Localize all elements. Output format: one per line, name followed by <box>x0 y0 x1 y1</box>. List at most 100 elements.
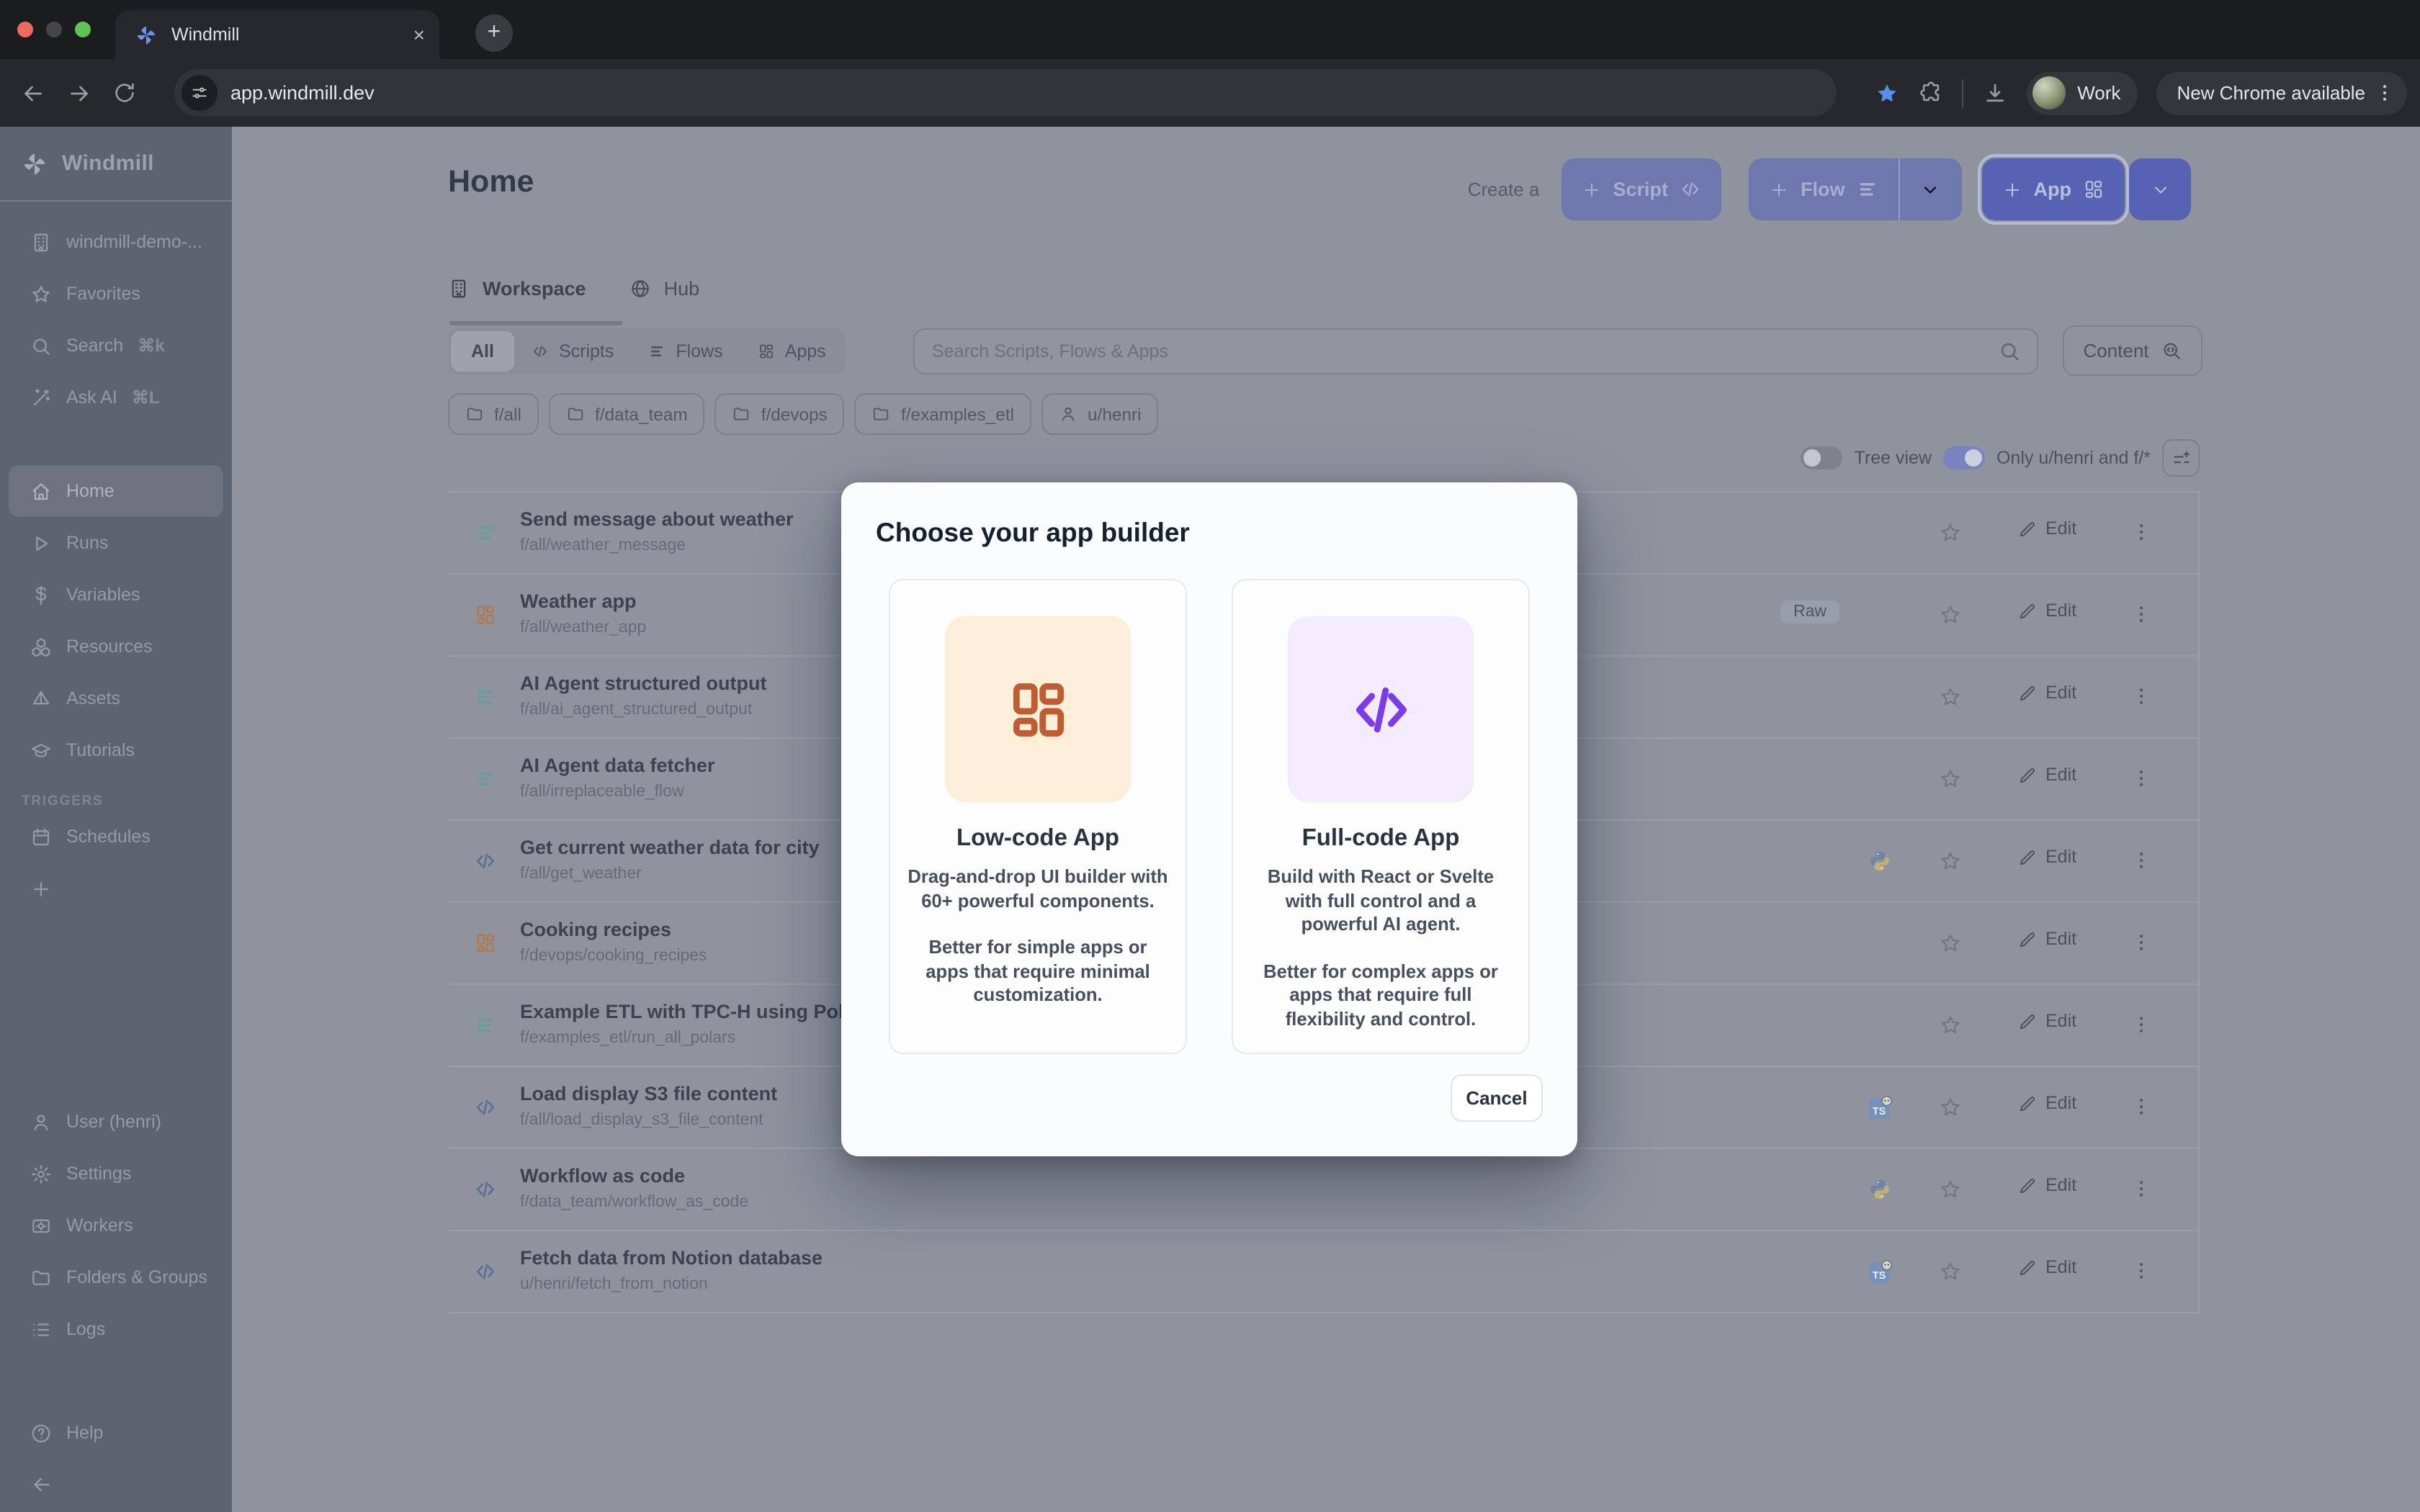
sidebar-item-help[interactable]: Help <box>9 1407 223 1459</box>
close-tab-icon[interactable]: × <box>413 23 425 46</box>
pencil-icon <box>2018 930 2037 948</box>
reload-icon[interactable] <box>112 81 137 105</box>
chip-label: f/data_team <box>595 404 688 424</box>
edit-button[interactable]: Edit <box>2018 518 2076 539</box>
only-filter-toggle[interactable] <box>1943 446 1985 469</box>
row-menu-icon[interactable] <box>2130 1178 2152 1200</box>
filter-apps[interactable]: Apps <box>740 331 843 372</box>
kebab-menu-icon[interactable] <box>2374 82 2396 104</box>
table-row[interactable]: Workflow as codef/data_team/workflow_as_… <box>448 1149 2198 1231</box>
tab-workspace[interactable]: Workspace <box>448 269 586 307</box>
sidebar-item-logs[interactable]: Logs <box>9 1303 223 1355</box>
profile-chip[interactable]: Work <box>2027 71 2138 114</box>
sidebar-item-workers[interactable]: Workers <box>9 1200 223 1251</box>
row-menu-icon[interactable] <box>2130 932 2152 953</box>
edit-button[interactable]: Edit <box>2018 1175 2076 1195</box>
update-chrome-button[interactable]: New Chrome available <box>2156 71 2407 114</box>
minimize-window-button[interactable] <box>46 22 62 37</box>
edit-button[interactable]: Edit <box>2018 765 2076 785</box>
sidebar-item-assets[interactable]: Assets <box>9 672 223 724</box>
tree-view-toggle[interactable] <box>1801 446 1843 469</box>
row-menu-icon[interactable] <box>2130 521 2152 543</box>
row-menu-icon[interactable] <box>2130 1260 2152 1282</box>
favorite-star-icon[interactable] <box>1939 850 1962 873</box>
create-script-button[interactable]: Script <box>1561 158 1721 220</box>
create-app-dropdown-button[interactable] <box>2129 158 2191 220</box>
sidebar-item-favorites[interactable]: Favorites <box>9 268 223 320</box>
chip-f-all[interactable]: f/all <box>448 393 539 435</box>
edit-button[interactable]: Edit <box>2018 1011 2076 1031</box>
edit-button[interactable]: Edit <box>2018 1093 2076 1113</box>
row-menu-icon[interactable] <box>2130 1096 2152 1117</box>
sidebar-item-settings[interactable]: Settings <box>9 1148 223 1200</box>
favorite-star-icon[interactable] <box>1939 1014 1962 1037</box>
extensions-puzzle-icon[interactable] <box>1919 81 1943 105</box>
chip-u-henri[interactable]: u/henri <box>1041 393 1159 435</box>
tab-hub[interactable]: Hub <box>629 269 700 307</box>
back-icon[interactable] <box>20 80 46 106</box>
chip-f-devops[interactable]: f/devops <box>715 393 845 435</box>
window-controls[interactable] <box>17 22 91 37</box>
windmill-logo[interactable]: Windmill <box>0 127 232 202</box>
favorite-star-icon[interactable] <box>1939 932 1962 955</box>
filter-scripts[interactable]: Scripts <box>514 331 631 372</box>
favorite-star-icon[interactable] <box>1939 768 1962 791</box>
favorite-star-icon[interactable] <box>1939 1096 1962 1119</box>
sidebar-item-plus[interactable] <box>9 863 223 914</box>
table-row[interactable]: Fetch data from Notion databaseu/henri/f… <box>448 1231 2198 1313</box>
cancel-button[interactable]: Cancel <box>1451 1074 1543 1122</box>
sidebar-item-runs[interactable]: Runs <box>9 517 223 569</box>
download-icon[interactable] <box>1982 80 2008 106</box>
favorite-star-icon[interactable] <box>1939 1178 1962 1201</box>
card-fullcode[interactable]: Full-code AppBuild with React or Svelte … <box>1232 579 1530 1054</box>
create-app-button[interactable]: App <box>1982 158 2125 220</box>
filter-label: Apps <box>785 341 826 361</box>
sidebar-item-windmill-demo[interactable]: windmill-demo-... <box>9 216 223 268</box>
row-menu-icon[interactable] <box>2130 1014 2152 1035</box>
sidebar-item-home[interactable]: Home <box>9 465 223 517</box>
row-menu-icon[interactable] <box>2130 685 2152 707</box>
chip-f-data-team[interactable]: f/data_team <box>549 393 705 435</box>
row-menu-icon[interactable] <box>2130 603 2152 625</box>
create-flow-button[interactable]: Flow <box>1749 158 1899 220</box>
app-builder-modal: Choose your app builder Low-code AppDrag… <box>841 482 1577 1156</box>
favorite-star-icon[interactable] <box>1939 521 1962 544</box>
card-lowcode[interactable]: Low-code AppDrag-and-drop UI builder wit… <box>889 579 1187 1054</box>
search-input[interactable] <box>915 330 2037 373</box>
sidebar-item-ask-ai[interactable]: Ask AI⌘L <box>9 372 223 423</box>
edit-button[interactable]: Edit <box>2018 929 2076 949</box>
sidebar-item-user-henri[interactable]: User (henri) <box>9 1096 223 1148</box>
edit-button[interactable]: Edit <box>2018 847 2076 867</box>
bookmark-icon[interactable] <box>1874 80 1900 106</box>
close-window-button[interactable] <box>17 22 33 37</box>
favorite-star-icon[interactable] <box>1939 1260 1962 1283</box>
new-tab-button[interactable]: + <box>475 14 513 52</box>
create-flow-dropdown-button[interactable] <box>1900 158 1962 220</box>
collapse-sidebar-button[interactable] <box>9 1459 223 1511</box>
sidebar-item-search[interactable]: Search⌘k <box>9 320 223 372</box>
edit-button[interactable]: Edit <box>2018 683 2076 703</box>
edit-button[interactable]: Edit <box>2018 600 2076 621</box>
browser-tab[interactable]: Windmill × <box>115 10 439 59</box>
favorite-star-icon[interactable] <box>1939 685 1962 708</box>
edit-button[interactable]: Edit <box>2018 1257 2076 1277</box>
filter-flows[interactable]: Flows <box>631 331 740 372</box>
favorite-star-icon[interactable] <box>1939 603 1962 626</box>
filter-all[interactable]: All <box>451 331 514 372</box>
row-menu-icon[interactable] <box>2130 768 2152 789</box>
row-menu-icon[interactable] <box>2130 850 2152 871</box>
sidebar-item-folders-groups[interactable]: Folders & Groups <box>9 1251 223 1303</box>
sidebar-item-tutorials[interactable]: Tutorials <box>9 724 223 776</box>
content-search-button[interactable]: Content <box>2063 325 2202 376</box>
sidebar-item-schedules[interactable]: Schedules <box>9 811 223 863</box>
forward-icon[interactable] <box>66 80 92 106</box>
list-settings-button[interactable] <box>2162 439 2200 477</box>
sidebar-item-variables[interactable]: Variables <box>9 569 223 621</box>
site-info-icon[interactable] <box>182 75 218 111</box>
chip-f-examples-etl[interactable]: f/examples_etl <box>855 393 1031 435</box>
url-bar[interactable]: app.windmill.dev <box>174 69 1837 117</box>
item-path: f/all/ai_agent_structured_output <box>520 701 752 719</box>
zoom-window-button[interactable] <box>75 22 91 37</box>
sidebar-item-resources[interactable]: Resources <box>9 621 223 672</box>
sidebar-item-label: Ask AI <box>66 387 117 408</box>
